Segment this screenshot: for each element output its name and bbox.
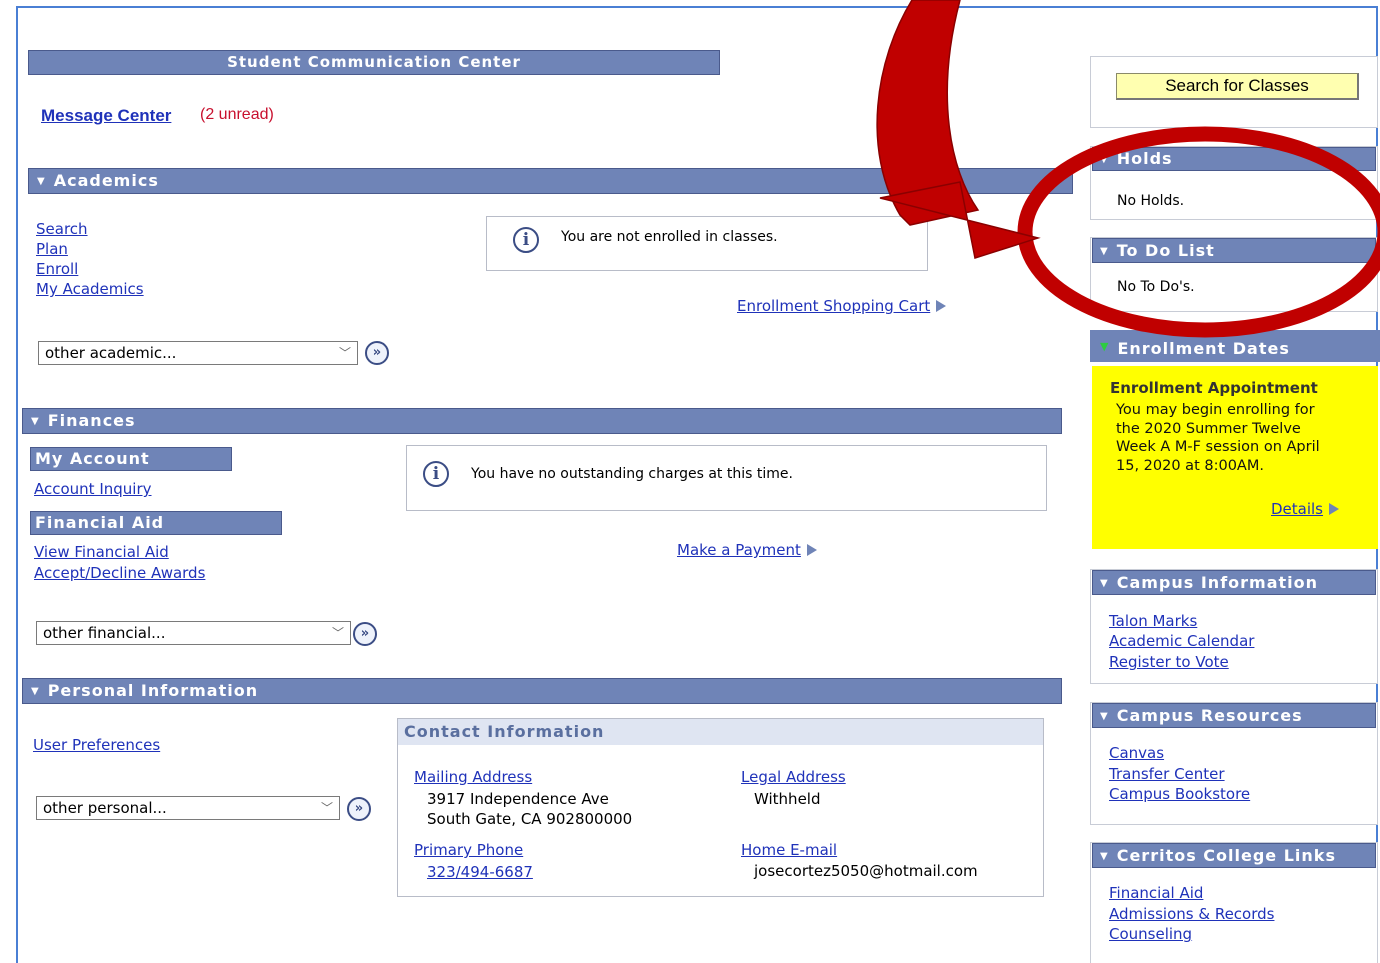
mailing-line2: South Gate, CA 902800000 <box>427 810 633 828</box>
campus-info-title: Campus Information <box>1116 573 1319 592</box>
academics-link-plan[interactable]: Plan <box>36 240 68 258</box>
enrollment-dates-header[interactable]: ▼ Enrollment Dates <box>1090 330 1380 362</box>
accept-decline-awards-link[interactable]: Accept/Decline Awards <box>34 564 205 582</box>
college-links-header[interactable]: ▼ Cerritos College Links <box>1092 843 1376 868</box>
legal-address-link[interactable]: Legal Address <box>741 768 846 786</box>
todo-text: No To Do's. <box>1117 279 1195 295</box>
collapse-triangle-icon: ▼ <box>31 686 40 697</box>
comm-center-title: Student Communication Center <box>227 53 521 71</box>
canvas-link[interactable]: Canvas <box>1109 744 1164 762</box>
collapse-triangle-icon: ▼ <box>1100 711 1109 722</box>
talon-marks-link[interactable]: Talon Marks <box>1109 612 1197 630</box>
info-icon: i <box>423 461 449 487</box>
appointment-title: Enrollment Appointment <box>1110 379 1318 397</box>
financial-aid-header: Financial Aid <box>30 511 282 535</box>
finances-info-box: i You have no outstanding charges at thi… <box>406 445 1047 511</box>
academics-link-my-academics[interactable]: My Academics <box>36 280 144 298</box>
mailing-address-link[interactable]: Mailing Address <box>414 768 532 786</box>
academics-select[interactable]: other academic... ﹀ <box>38 341 358 365</box>
collapse-triangle-icon: ▼ <box>31 416 40 427</box>
my-account-title: My Account <box>35 449 150 468</box>
todo-header[interactable]: ▼ To Do List <box>1092 238 1376 263</box>
search-for-classes-button[interactable]: Search for Classes <box>1116 73 1359 100</box>
account-inquiry-link[interactable]: Account Inquiry <box>34 480 152 498</box>
arrow-right-icon <box>1329 503 1340 515</box>
admissions-records-link[interactable]: Admissions & Records <box>1109 905 1274 923</box>
academics-link-enroll[interactable]: Enroll <box>36 260 78 278</box>
chevron-down-icon: ﹀ <box>338 346 351 360</box>
academics-info-box: i You are not enrolled in classes. <box>486 216 928 271</box>
personal-select-value: other personal... <box>43 799 167 817</box>
expand-triangle-icon: ▼ <box>1100 340 1110 353</box>
details-link[interactable]: Details <box>1271 500 1340 518</box>
appointment-text: You may begin enrolling for the 2020 Sum… <box>1116 402 1320 474</box>
message-center-link[interactable]: Message Center <box>41 106 171 126</box>
holds-text: No Holds. <box>1117 193 1185 209</box>
finances-info-text: You have no outstanding charges at this … <box>471 466 793 482</box>
holds-title: Holds <box>1116 149 1173 168</box>
details-label: Details <box>1271 500 1324 518</box>
register-to-vote-link[interactable]: Register to Vote <box>1109 653 1229 671</box>
info-icon: i <box>513 227 539 253</box>
finances-select-value: other financial... <box>43 624 166 642</box>
college-links-title: Cerritos College Links <box>1116 846 1336 865</box>
phone-number-link[interactable]: 323/494-6687 <box>427 863 533 881</box>
personal-go-button[interactable]: » <box>347 797 371 821</box>
academics-title: Academics <box>53 171 159 190</box>
finances-title: Finances <box>47 411 136 430</box>
finances-select[interactable]: other financial... ﹀ <box>36 621 351 645</box>
todo-title: To Do List <box>1116 241 1215 260</box>
financial-aid-title: Financial Aid <box>35 513 165 532</box>
chevron-down-icon: ﹀ <box>320 801 333 815</box>
arrow-right-icon <box>936 300 947 312</box>
academics-link-search[interactable]: Search <box>36 220 88 238</box>
campus-bookstore-link[interactable]: Campus Bookstore <box>1109 785 1250 803</box>
contact-info-title: Contact Information <box>404 722 605 741</box>
campus-resources-title: Campus Resources <box>1116 706 1303 725</box>
enrollment-cart-label: Enrollment Shopping Cart <box>737 297 931 315</box>
campus-info-header[interactable]: ▼ Campus Information <box>1092 570 1376 595</box>
financial-aid-link[interactable]: Financial Aid <box>1109 884 1203 902</box>
finances-go-button[interactable]: » <box>353 622 377 646</box>
unread-count: (2 unread) <box>200 106 274 123</box>
search-for-classes-label: Search for Classes <box>1165 76 1309 95</box>
user-preferences-link[interactable]: User Preferences <box>33 736 160 754</box>
my-account-header: My Account <box>30 447 232 471</box>
personal-info-title: Personal Information <box>47 681 259 700</box>
comm-center-header: Student Communication Center <box>28 50 720 75</box>
collapse-triangle-icon: ▼ <box>1100 154 1109 165</box>
collapse-triangle-icon: ▼ <box>1100 851 1109 862</box>
arrow-right-icon <box>806 544 817 556</box>
view-financial-aid-link[interactable]: View Financial Aid <box>34 543 169 561</box>
academics-header[interactable]: ▼ Academics <box>28 168 1073 194</box>
holds-header[interactable]: ▼ Holds <box>1092 147 1376 171</box>
primary-phone-link[interactable]: Primary Phone <box>414 841 523 859</box>
mailing-line1: 3917 Independence Ave <box>427 790 609 808</box>
make-payment-link[interactable]: Make a Payment <box>677 541 817 559</box>
campus-resources-header[interactable]: ▼ Campus Resources <box>1092 703 1376 728</box>
enrollment-dates-title: Enrollment Dates <box>1117 339 1290 358</box>
academics-select-value: other academic... <box>45 344 177 362</box>
academics-go-button[interactable]: » <box>365 341 389 365</box>
home-email-link[interactable]: Home E-mail <box>741 841 837 859</box>
academic-calendar-link[interactable]: Academic Calendar <box>1109 632 1254 650</box>
enrollment-appointment-box: Enrollment Appointment You may begin enr… <box>1092 366 1378 549</box>
chevron-down-icon: ﹀ <box>331 626 344 640</box>
finances-header[interactable]: ▼ Finances <box>22 408 1062 434</box>
make-payment-label: Make a Payment <box>677 541 801 559</box>
enrollment-cart-link[interactable]: Enrollment Shopping Cart <box>737 297 947 315</box>
collapse-triangle-icon: ▼ <box>1100 578 1109 589</box>
legal-address-value: Withheld <box>754 790 821 808</box>
academics-info-text: You are not enrolled in classes. <box>561 229 778 245</box>
contact-info-header: Contact Information <box>398 719 1043 745</box>
personal-info-header[interactable]: ▼ Personal Information <box>22 678 1062 704</box>
collapse-triangle-icon: ▼ <box>37 176 46 187</box>
personal-select[interactable]: other personal... ﹀ <box>36 796 340 820</box>
collapse-triangle-icon: ▼ <box>1100 246 1109 257</box>
email-value: josecortez5050@hotmail.com <box>754 862 978 880</box>
transfer-center-link[interactable]: Transfer Center <box>1109 765 1225 783</box>
counseling-link[interactable]: Counseling <box>1109 925 1192 943</box>
